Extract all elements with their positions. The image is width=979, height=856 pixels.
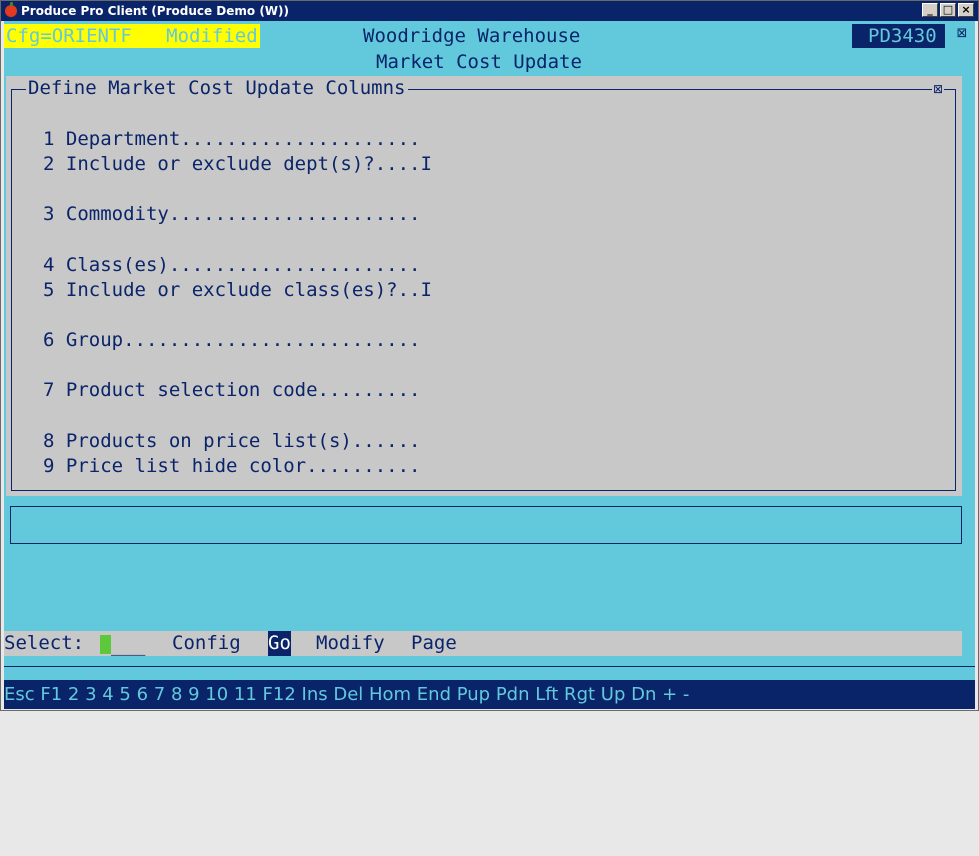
window-controls: _ □ × [922, 3, 974, 17]
divider [4, 666, 975, 667]
field-price-list-hide-color[interactable]: 9 Price list hide color.......... [43, 454, 421, 479]
menu-modify[interactable]: Modify [316, 631, 385, 656]
config-status: Cfg=ORIENTF Modified [4, 24, 260, 48]
minimize-button[interactable]: _ [922, 3, 938, 17]
field-products-on-price-list[interactable]: 8 Products on price list(s)...... [43, 429, 421, 454]
window-title: Produce Pro Client (Produce Demo (W)) [21, 4, 290, 18]
field-include-exclude-class[interactable]: 5 Include or exclude class(es)?..I [43, 278, 432, 303]
screen-close-icon[interactable]: ⊠ [956, 27, 968, 40]
function-key-bar[interactable]: Esc F1 2 3 4 5 6 7 8 9 10 11 F12 Ins Del… [4, 680, 975, 709]
select-input[interactable]: ___ [111, 633, 145, 658]
menu-go[interactable]: Go [268, 631, 291, 656]
field-include-exclude-dept[interactable]: 2 Include or exclude dept(s)?....I [43, 152, 432, 177]
window-titlebar[interactable]: Produce Pro Client (Produce Demo (W)) _ … [1, 1, 978, 21]
input-cursor [100, 635, 111, 654]
command-menu-bar: Select: ___ Config Go Modify Page [4, 631, 962, 656]
terminal-screen: Cfg=ORIENTF Modified Woodridge Warehouse… [4, 21, 975, 709]
field-product-selection-code[interactable]: 7 Product selection code......... [43, 378, 421, 403]
menu-config[interactable]: Config [172, 631, 241, 656]
panel-title: Define Market Cost Update Columns [26, 76, 408, 101]
tomato-app-icon [5, 2, 17, 17]
screen-title: Market Cost Update [376, 51, 582, 73]
select-label: Select: [4, 632, 85, 654]
warehouse-name: Woodridge Warehouse [363, 25, 581, 47]
columns-panel: Define Market Cost Update Columns ⊠ 1 De… [6, 76, 962, 496]
field-group[interactable]: 6 Group.......................... [43, 328, 421, 353]
field-commodity[interactable]: 3 Commodity...................... [43, 202, 421, 227]
menu-page[interactable]: Page [411, 631, 457, 656]
maximize-button[interactable]: □ [940, 3, 956, 17]
message-area [10, 506, 962, 544]
panel-close-icon[interactable]: ⊠ [932, 83, 945, 95]
field-department[interactable]: 1 Department..................... [43, 127, 421, 152]
program-code: PD3430 [852, 24, 945, 48]
field-classes[interactable]: 4 Class(es)...................... [43, 253, 421, 278]
close-button[interactable]: × [958, 3, 974, 17]
